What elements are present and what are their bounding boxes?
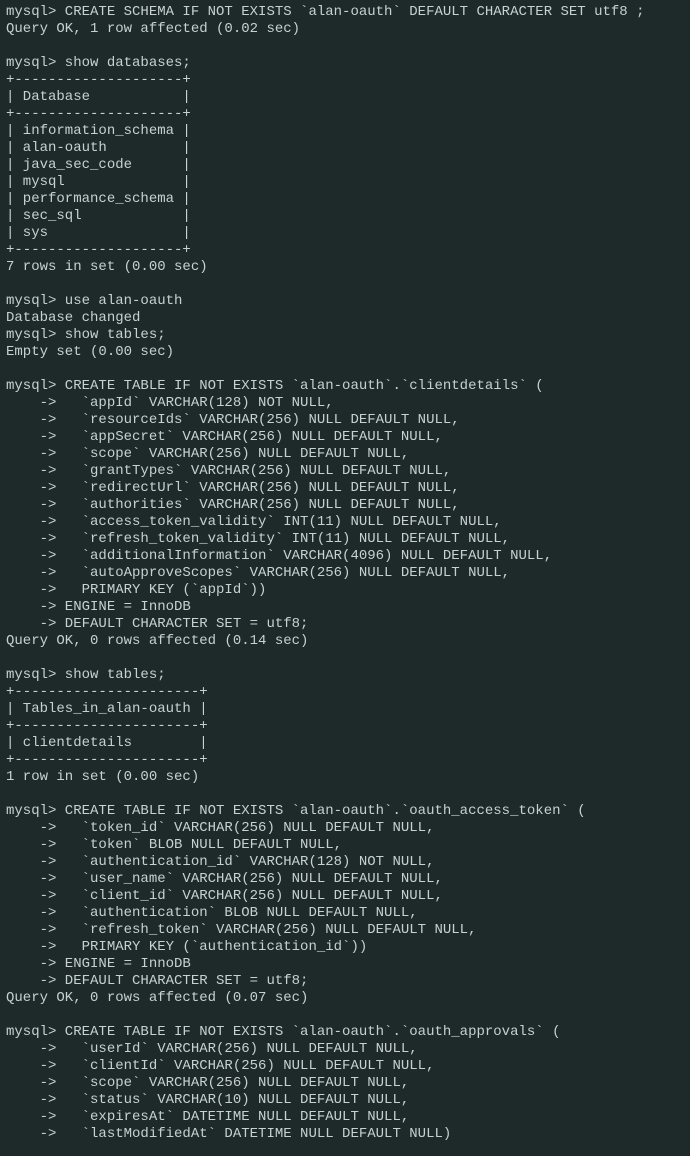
mysql-terminal-output: mysql> CREATE SCHEMA IF NOT EXISTS `alan… [0, 0, 690, 1147]
